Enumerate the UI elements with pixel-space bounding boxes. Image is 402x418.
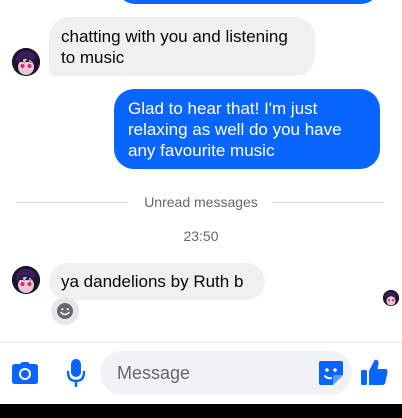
outgoing-message-bubble[interactable]: Glad to hear that! I'm just relaxing as … [114, 89, 380, 169]
microphone-icon [66, 359, 86, 388]
smiley-icon [57, 303, 73, 319]
contact-avatar[interactable] [12, 48, 40, 76]
composer-divider [0, 342, 402, 343]
camera-button[interactable] [10, 358, 40, 388]
camera-icon [12, 362, 38, 384]
avatar-image-icon [12, 48, 40, 76]
like-button[interactable] [358, 355, 390, 389]
read-receipt-avatar [383, 290, 399, 306]
previous-message-bubble[interactable] [117, 0, 379, 4]
sticker-icon [319, 361, 343, 385]
sticker-button[interactable] [316, 358, 346, 388]
message-text: Glad to hear that! I'm just relaxing as … [128, 98, 342, 160]
incoming-message-bubble[interactable]: chatting with you and listening to music [49, 17, 315, 76]
system-navigation-bar [0, 404, 402, 418]
avatar-image-icon [383, 290, 399, 306]
thumbs-up-icon [361, 359, 388, 385]
message-input[interactable] [117, 362, 307, 384]
contact-avatar[interactable] [12, 266, 40, 294]
avatar-image-icon [12, 266, 40, 294]
unread-messages-label: Unread messages [144, 194, 258, 210]
incoming-message-bubble[interactable]: ya dandelions by Ruth b [49, 263, 265, 300]
message-text: ya dandelions by Ruth b [61, 272, 244, 291]
add-reaction-button[interactable] [51, 297, 79, 325]
message-timestamp: 23:50 [183, 228, 219, 244]
message-text: chatting with you and listening to music [61, 26, 288, 67]
message-field[interactable] [100, 351, 352, 395]
voice-record-button[interactable] [61, 356, 91, 390]
